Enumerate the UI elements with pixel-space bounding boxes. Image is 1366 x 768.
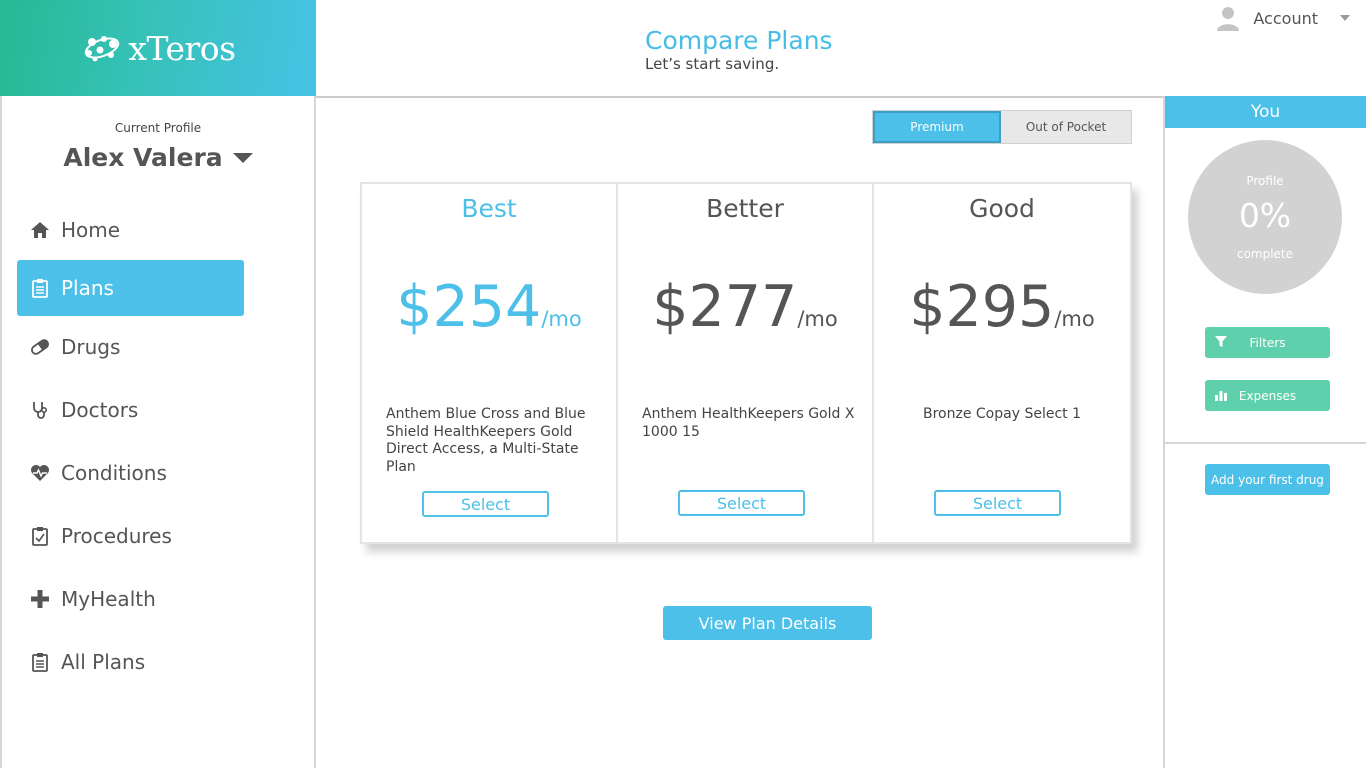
stethoscope-icon bbox=[29, 399, 51, 421]
sidebar-item-procedures[interactable]: Procedures bbox=[17, 508, 244, 564]
plan-name: Bronze Copay Select 1 bbox=[923, 406, 1081, 422]
price-period: /mo bbox=[1054, 307, 1095, 331]
sidebar-item-conditions[interactable]: Conditions bbox=[17, 445, 244, 501]
profile-label: Current Profile bbox=[114, 121, 202, 135]
sidebar-item-label: Plans bbox=[61, 276, 114, 300]
account-menu[interactable]: Account bbox=[1215, 4, 1350, 32]
filter-icon bbox=[1215, 336, 1227, 347]
progress-sub: complete bbox=[1236, 247, 1294, 261]
profile-progress: Profile 0% complete bbox=[1188, 140, 1342, 294]
profile-name: Alex Valera bbox=[63, 143, 223, 172]
caret-down-icon bbox=[232, 152, 253, 163]
page-header: Compare Plans Let’s start saving. bbox=[645, 26, 833, 73]
select-button[interactable]: Select bbox=[422, 491, 549, 517]
plan-price: $295/mo bbox=[874, 274, 1130, 340]
price-amount: $254 bbox=[396, 274, 542, 340]
plan-card-good: Good $295/mo Bronze Copay Select 1 Selec… bbox=[874, 184, 1130, 542]
plan-name: Anthem HealthKeepers Gold X 1000 15 bbox=[642, 406, 855, 440]
home-icon bbox=[29, 219, 51, 241]
user-icon bbox=[1217, 7, 1240, 31]
add-first-drug-button[interactable]: Add your first drug bbox=[1205, 464, 1330, 495]
list-clipboard-icon bbox=[29, 651, 51, 673]
filters-button[interactable]: Filters bbox=[1205, 327, 1330, 358]
price-period: /mo bbox=[797, 307, 838, 331]
panel-divider bbox=[1165, 442, 1366, 444]
toggle-premium[interactable]: Premium bbox=[873, 111, 1001, 143]
progress-value: 0% bbox=[1238, 196, 1292, 235]
page-title: Compare Plans bbox=[645, 26, 833, 55]
plan-price: $277/mo bbox=[618, 274, 872, 340]
toggle-out-of-pocket[interactable]: Out of Pocket bbox=[1001, 111, 1131, 143]
clipboard-outline-icon bbox=[29, 525, 51, 547]
sidebar-item-label: Doctors bbox=[61, 398, 139, 422]
brand-logo[interactable]: xTeros bbox=[0, 0, 316, 96]
price-period: /mo bbox=[541, 307, 582, 331]
sidebar: Current Profile Alex Valera Home Plans D… bbox=[0, 96, 316, 768]
molecule-logo-icon bbox=[85, 36, 120, 62]
panel-title: You bbox=[1165, 96, 1366, 128]
page-subtitle: Let’s start saving. bbox=[645, 55, 780, 73]
sidebar-item-label: Drugs bbox=[61, 335, 121, 359]
bar-chart-icon bbox=[1215, 391, 1227, 401]
plan-card-best: Best $254/mo Anthem Blue Cross and Blue … bbox=[362, 184, 618, 542]
sidebar-item-label: Home bbox=[61, 218, 121, 242]
sidebar-item-doctors[interactable]: Doctors bbox=[17, 382, 244, 438]
heartbeat-icon bbox=[29, 462, 51, 484]
sidebar-item-all-plans[interactable]: All Plans bbox=[17, 634, 244, 690]
price-amount: $295 bbox=[909, 274, 1055, 340]
sidebar-item-plans[interactable]: Plans bbox=[17, 260, 244, 316]
plan-tier: Good bbox=[969, 194, 1035, 223]
select-button[interactable]: Select bbox=[678, 490, 805, 516]
sidebar-item-drugs[interactable]: Drugs bbox=[17, 319, 244, 375]
sidebar-item-home[interactable]: Home bbox=[17, 202, 244, 258]
brand-name: xTeros bbox=[128, 28, 236, 68]
profile-panel: You Profile 0% complete Filters Expenses… bbox=[1163, 96, 1366, 768]
sidebar-item-myhealth[interactable]: MyHealth bbox=[17, 571, 244, 627]
plus-icon bbox=[29, 588, 51, 610]
price-amount: $277 bbox=[652, 274, 798, 340]
sidebar-item-label: All Plans bbox=[61, 650, 146, 674]
view-plan-details-button[interactable]: View Plan Details bbox=[663, 606, 872, 640]
account-label: Account bbox=[1253, 8, 1318, 28]
clipboard-icon bbox=[29, 277, 51, 299]
sidebar-item-label: Conditions bbox=[61, 461, 167, 485]
select-button[interactable]: Select bbox=[934, 490, 1061, 516]
plan-comparison: Best $254/mo Anthem Blue Cross and Blue … bbox=[360, 182, 1132, 544]
pill-icon bbox=[29, 336, 51, 358]
plan-card-better: Better $277/mo Anthem HealthKeepers Gold… bbox=[618, 184, 874, 542]
expenses-label: Expenses bbox=[1238, 388, 1297, 403]
header-divider bbox=[316, 96, 1163, 98]
expenses-button[interactable]: Expenses bbox=[1205, 380, 1330, 411]
cost-toggle: Premium Out of Pocket bbox=[872, 110, 1132, 144]
plan-price: $254/mo bbox=[362, 274, 616, 340]
sidebar-item-label: Procedures bbox=[61, 524, 172, 548]
sidebar-item-label: MyHealth bbox=[61, 587, 156, 611]
plan-tier: Best bbox=[461, 194, 517, 223]
filters-label: Filters bbox=[1249, 335, 1286, 350]
profile-selector[interactable]: Alex Valera bbox=[2, 143, 314, 172]
chevron-down-icon bbox=[1340, 15, 1350, 21]
plan-name: Anthem Blue Cross and Blue Shield Health… bbox=[386, 406, 586, 475]
plan-tier: Better bbox=[706, 194, 784, 223]
progress-label: Profile bbox=[1246, 174, 1284, 188]
